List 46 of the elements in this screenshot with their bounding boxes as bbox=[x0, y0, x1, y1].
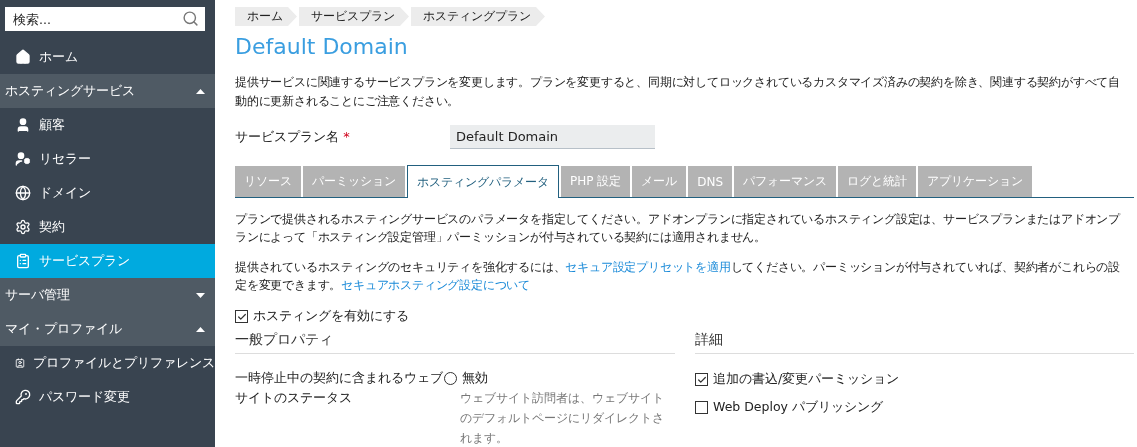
nav-item[interactable]: パスワード変更 bbox=[0, 380, 215, 414]
caret-icon bbox=[196, 292, 205, 298]
nav-item[interactable]: リセラー bbox=[0, 142, 215, 176]
breadcrumb[interactable]: ホスティングプラン bbox=[411, 7, 545, 26]
link[interactable]: セキュア設定プリセットを適用 bbox=[565, 260, 731, 274]
link[interactable]: セキュアホスティング設定について bbox=[341, 278, 530, 292]
nav-section[interactable]: ホスティングサービス bbox=[0, 74, 215, 108]
user-icon bbox=[15, 117, 31, 133]
home-icon bbox=[15, 49, 31, 65]
nav-item[interactable]: プロファイルとプリファレンス bbox=[0, 346, 215, 380]
checkbox[interactable] bbox=[695, 401, 708, 414]
page-title: Default Domain bbox=[235, 34, 409, 59]
caret-icon bbox=[196, 88, 205, 94]
nav-item[interactable]: 契約 bbox=[0, 210, 215, 244]
tab[interactable]: ホスティングパラメータ bbox=[407, 165, 559, 198]
nav-item[interactable]: ドメイン bbox=[0, 176, 215, 210]
nav-section[interactable]: マイ・プロファイル bbox=[0, 312, 215, 346]
checkbox-label: 追加の書込/変更パーミッション bbox=[713, 371, 900, 388]
nav-item[interactable]: 顧客 bbox=[0, 108, 215, 142]
field-label: 一時停止中の契約に含まれるウェブサイトのステータス bbox=[235, 369, 444, 407]
key-icon bbox=[15, 389, 31, 405]
nav-item[interactable]: ホーム bbox=[0, 40, 215, 74]
gear-icon bbox=[15, 219, 31, 235]
breadcrumb[interactable]: サービスプラン bbox=[299, 7, 409, 26]
description: 提供サービスに関連するサービスプランを変更します。プランを変更すると、同期に対してロックされているカスタマイズ済みの契約を除き、関連する契約がすべて自動的に更新されることにご注意ください。 bbox=[235, 74, 1121, 110]
section-heading: 詳細 bbox=[695, 331, 1134, 354]
radio-label: 無効 bbox=[462, 369, 488, 387]
paragraph: プランで提供されるホスティングサービスのパラメータを指定してください。アドオンプランに指定されているホスティング設定は、サービスプランまたはアドオンプランによって「ホスティング設定管理」パーミッションが付与されている契約には適用されません。 bbox=[235, 211, 1122, 246]
breadcrumb[interactable]: ホーム bbox=[235, 7, 297, 26]
search-icon bbox=[182, 10, 199, 27]
checkbox[interactable] bbox=[695, 373, 708, 386]
section-heading: 一般プロパティ bbox=[235, 331, 675, 354]
hint-text: ウェブサイト訪問者は、ウェブサイトのデフォルトページにリダイレクトされます。 bbox=[460, 390, 665, 447]
search-field[interactable]: 検索... bbox=[5, 7, 205, 31]
paragraph: 提供されているホスティングのセキュリティを強化するには、セキュア設定プリセットを適用 してください。パーミッションが付与されていれば、契約者がこれらの設定を変更できます。セキュアホスティング設定について bbox=[235, 259, 1121, 294]
checkbox[interactable] bbox=[235, 310, 248, 323]
contact-card-icon bbox=[15, 355, 25, 371]
caret-icon bbox=[196, 326, 205, 332]
globe-icon bbox=[15, 185, 31, 201]
user-icon bbox=[15, 151, 31, 167]
plan-name-field[interactable]: Default Domain bbox=[450, 125, 655, 149]
field-label: サービスプラン名 * bbox=[235, 128, 351, 146]
nav-section[interactable]: サーバ管理 bbox=[0, 278, 215, 312]
checkbox-label: ホスティングを有効にする bbox=[253, 308, 409, 325]
clipboard-icon bbox=[15, 253, 31, 269]
checkbox-label: Web Deploy パブリッシング bbox=[713, 399, 883, 416]
